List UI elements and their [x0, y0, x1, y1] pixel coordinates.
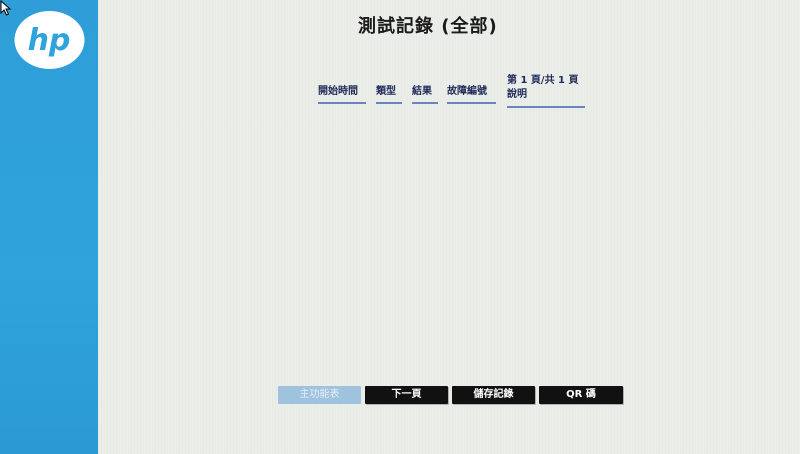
qr-code-button[interactable]: QR 碼	[539, 386, 623, 404]
hp-logo: hp	[14, 11, 85, 69]
column-header-result: 結果	[412, 86, 438, 104]
main-menu-button[interactable]: 主功能表	[278, 386, 361, 404]
main-content	[98, 0, 800, 454]
column-header-start-time: 開始時間	[318, 86, 366, 104]
column-header-type: 類型	[376, 86, 402, 104]
column-header-page-info: 第 1 頁/共 1 頁 說明	[507, 74, 585, 108]
page-title: 測試記錄 (全部)	[358, 16, 498, 37]
save-log-button[interactable]: 儲存記錄	[452, 386, 535, 404]
sidebar: hp	[0, 0, 98, 454]
column-header-description: 說明	[507, 89, 527, 100]
svg-text:hp: hp	[28, 23, 71, 58]
page-indicator: 第 1 頁/共 1 頁	[507, 75, 579, 86]
next-page-button[interactable]: 下一頁	[365, 386, 448, 404]
column-header-error-code: 故障編號	[447, 86, 496, 104]
mouse-pointer-icon	[0, 0, 12, 16]
